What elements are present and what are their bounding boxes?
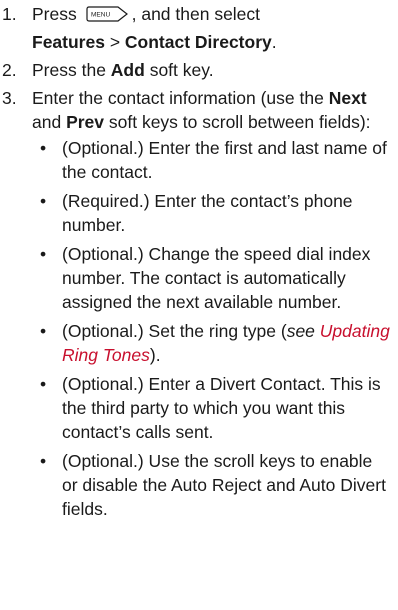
step-1: 1. Press MENU , and then select Features… xyxy=(0,2,392,54)
bullet-icon: • xyxy=(40,138,47,158)
menu-key-icon: MENU xyxy=(86,4,130,30)
menu-path-contact-directory: Contact Directory xyxy=(124,32,272,52)
menu-path-features: Features xyxy=(32,32,105,52)
list-item-text: (Optional.) Change the speed dial index … xyxy=(62,244,371,312)
list-item: • (Optional.) Set the ring type (see Upd… xyxy=(32,319,392,367)
step-text: soft keys to scroll between fields): xyxy=(104,112,371,132)
list-item-text: (Optional.) Set the ring type ( xyxy=(62,321,287,341)
menu-key-label: MENU xyxy=(91,12,110,19)
step-text: and xyxy=(32,112,67,132)
bullet-icon: • xyxy=(40,321,47,341)
bullet-icon: • xyxy=(40,374,47,394)
field-list: • (Optional.) Enter the first and last n… xyxy=(32,136,392,521)
step-number: 2. xyxy=(2,60,17,80)
step-text: soft key. xyxy=(144,60,214,80)
step-text: Press xyxy=(32,4,82,24)
prev-softkey-label: Prev xyxy=(66,112,105,132)
step-text: Press the xyxy=(32,60,111,80)
see-reference: see xyxy=(286,321,315,341)
step-3: 3. Enter the contact information (use th… xyxy=(0,86,392,521)
step-text: Enter the contact information (use the xyxy=(32,88,329,108)
step-text: , and then select xyxy=(131,4,261,24)
add-softkey-label: Add xyxy=(110,60,145,80)
step-number: 3. xyxy=(2,88,17,108)
instructions-page: 1. Press MENU , and then select Features… xyxy=(0,0,398,610)
step-2: 2. Press the Add soft key. xyxy=(0,58,392,82)
bullet-icon: • xyxy=(40,244,47,264)
list-item-text: ). xyxy=(149,345,161,365)
list-item-text: (Optional.) Use the scroll keys to enabl… xyxy=(62,451,386,519)
menu-path-separator: > xyxy=(104,32,125,52)
list-item-text: (Required.) Enter the contact’s phone nu… xyxy=(62,191,353,235)
bullet-icon: • xyxy=(40,451,47,471)
step-text: . xyxy=(271,32,277,52)
list-item: • (Optional.) Change the speed dial inde… xyxy=(32,242,392,314)
list-item: • (Optional.) Use the scroll keys to ena… xyxy=(32,449,392,521)
next-softkey-label: Next xyxy=(328,88,367,108)
list-item: • (Required.) Enter the contact’s phone … xyxy=(32,189,392,237)
list-item: • (Optional.) Enter a Divert Contact. Th… xyxy=(32,372,392,444)
list-item-text: (Optional.) Enter a Divert Contact. This… xyxy=(62,374,381,442)
step-number: 1. xyxy=(2,4,17,24)
list-item-text: (Optional.) Enter the first and last nam… xyxy=(62,138,387,182)
bullet-icon: • xyxy=(40,191,47,211)
list-item: • (Optional.) Enter the first and last n… xyxy=(32,136,392,184)
